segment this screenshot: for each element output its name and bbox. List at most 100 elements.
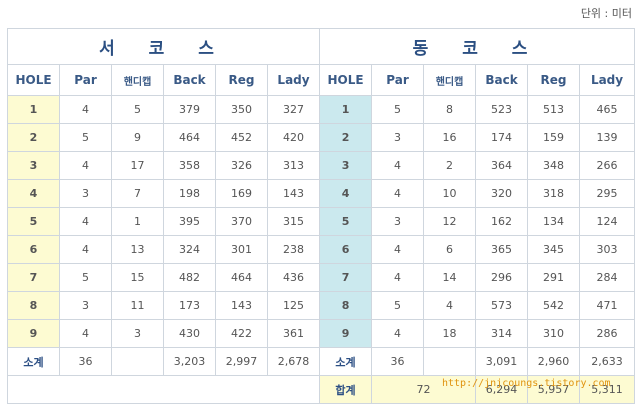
east-hole-number: 4 — [319, 179, 373, 208]
west-hole-number: 6 — [7, 235, 60, 264]
west-back-distance: 482 — [163, 263, 216, 292]
header-handicap: 핸디캡 — [423, 64, 477, 96]
east-handicap-value: 8 — [423, 95, 477, 124]
east-lady-distance: 286 — [579, 319, 636, 348]
east-reg-distance: 310 — [527, 319, 581, 348]
east-lady-distance: 139 — [579, 123, 636, 152]
west-reg-distance: 301 — [215, 235, 268, 264]
west-lady-distance: 315 — [266, 207, 321, 236]
west-handicap-value: 5 — [111, 95, 164, 124]
west-hole-number: 1 — [7, 95, 60, 124]
east-back-distance: 296 — [475, 263, 529, 292]
east-par-value: 4 — [371, 235, 425, 264]
header-hole: HOLE — [319, 64, 373, 96]
west-subtotal-label: 소계 — [7, 347, 60, 376]
east-back-distance: 162 — [475, 207, 529, 236]
west-lady-distance: 143 — [266, 179, 321, 208]
watermark-url: http://jnjcoungs.tistory.com — [442, 378, 611, 389]
east-back-distance: 320 — [475, 179, 529, 208]
east-subtotal-lady: 2,633 — [579, 347, 636, 376]
east-lady-distance: 295 — [579, 179, 636, 208]
west-subtotal-back: 3,203 — [163, 347, 216, 376]
east-hole-number: 7 — [319, 263, 373, 292]
header-reg: Reg — [215, 64, 268, 96]
west-lady-distance: 361 — [266, 319, 321, 348]
east-par-value: 4 — [371, 263, 425, 292]
east-reg-distance: 345 — [527, 235, 581, 264]
west-lady-distance: 436 — [266, 263, 321, 292]
west-hole-number: 3 — [7, 151, 60, 180]
east-handicap-value: 18 — [423, 319, 477, 348]
west-back-distance: 395 — [163, 207, 216, 236]
east-reg-distance: 291 — [527, 263, 581, 292]
header-par: Par — [59, 64, 112, 96]
east-lady-distance: 465 — [579, 95, 636, 124]
east-lady-distance: 471 — [579, 291, 636, 320]
west-subtotal-reg: 2,997 — [215, 347, 268, 376]
west-reg-distance: 350 — [215, 95, 268, 124]
hole-row: 5 4 1 395 370 315 5 3 12 162 134 124 — [7, 207, 636, 236]
west-hole-number: 5 — [7, 207, 60, 236]
west-course-title: 서 코 스 — [6, 28, 321, 65]
hole-row: 8 3 11 173 143 125 8 5 4 573 542 471 — [7, 291, 636, 320]
header-handicap: 핸디캡 — [111, 64, 164, 96]
hole-row: 3 4 17 358 326 313 3 4 2 364 348 266 — [7, 151, 636, 180]
east-subtotal-reg: 2,960 — [527, 347, 581, 376]
east-par-value: 3 — [371, 207, 425, 236]
east-subtotal-handicap — [423, 347, 477, 376]
east-back-distance: 365 — [475, 235, 529, 264]
east-par-value: 3 — [371, 123, 425, 152]
east-course-title: 동 코 스 — [319, 28, 636, 65]
west-back-distance: 324 — [163, 235, 216, 264]
west-handicap-value: 1 — [111, 207, 164, 236]
west-subtotal-par: 36 — [59, 347, 112, 376]
west-hole-number: 7 — [7, 263, 60, 292]
header-reg: Reg — [527, 64, 581, 96]
west-handicap-value: 11 — [111, 291, 164, 320]
east-subtotal-back: 3,091 — [475, 347, 529, 376]
east-par-value: 5 — [371, 291, 425, 320]
hole-row: 6 4 13 324 301 238 6 4 6 365 345 303 — [7, 235, 636, 264]
unit-label: 단위 : 미터 — [580, 7, 632, 20]
east-par-value: 5 — [371, 95, 425, 124]
west-par-value: 4 — [59, 207, 112, 236]
west-hole-number: 9 — [7, 319, 60, 348]
west-hole-number: 2 — [7, 123, 60, 152]
east-par-value: 4 — [371, 319, 425, 348]
east-subtotal-par: 36 — [371, 347, 425, 376]
west-reg-distance: 452 — [215, 123, 268, 152]
east-handicap-value: 12 — [423, 207, 477, 236]
west-handicap-value: 3 — [111, 319, 164, 348]
west-back-distance: 464 — [163, 123, 216, 152]
west-par-value: 4 — [59, 235, 112, 264]
west-hole-number: 8 — [7, 291, 60, 320]
east-back-distance: 314 — [475, 319, 529, 348]
west-par-value: 3 — [59, 179, 112, 208]
east-lady-distance: 124 — [579, 207, 636, 236]
east-back-distance: 523 — [475, 95, 529, 124]
east-subtotal-label: 소계 — [319, 347, 373, 376]
east-back-distance: 573 — [475, 291, 529, 320]
west-handicap-value: 7 — [111, 179, 164, 208]
east-reg-distance: 318 — [527, 179, 581, 208]
header-hole: HOLE — [7, 64, 60, 96]
east-back-distance: 364 — [475, 151, 529, 180]
west-par-value: 5 — [59, 263, 112, 292]
west-back-distance: 198 — [163, 179, 216, 208]
header-par: Par — [371, 64, 425, 96]
west-handicap-value: 9 — [111, 123, 164, 152]
west-back-distance: 379 — [163, 95, 216, 124]
east-hole-number: 6 — [319, 235, 373, 264]
header-lady: Lady — [579, 64, 636, 96]
west-reg-distance: 143 — [215, 291, 268, 320]
east-lady-distance: 303 — [579, 235, 636, 264]
west-hole-number: 4 — [7, 179, 60, 208]
west-lady-distance: 238 — [266, 235, 321, 264]
west-lady-distance: 327 — [266, 95, 321, 124]
west-handicap-value: 13 — [111, 235, 164, 264]
west-par-value: 4 — [59, 151, 112, 180]
west-lady-distance: 313 — [266, 151, 321, 180]
header-back: Back — [475, 64, 529, 96]
west-handicap-value: 15 — [111, 263, 164, 292]
east-handicap-value: 4 — [423, 291, 477, 320]
